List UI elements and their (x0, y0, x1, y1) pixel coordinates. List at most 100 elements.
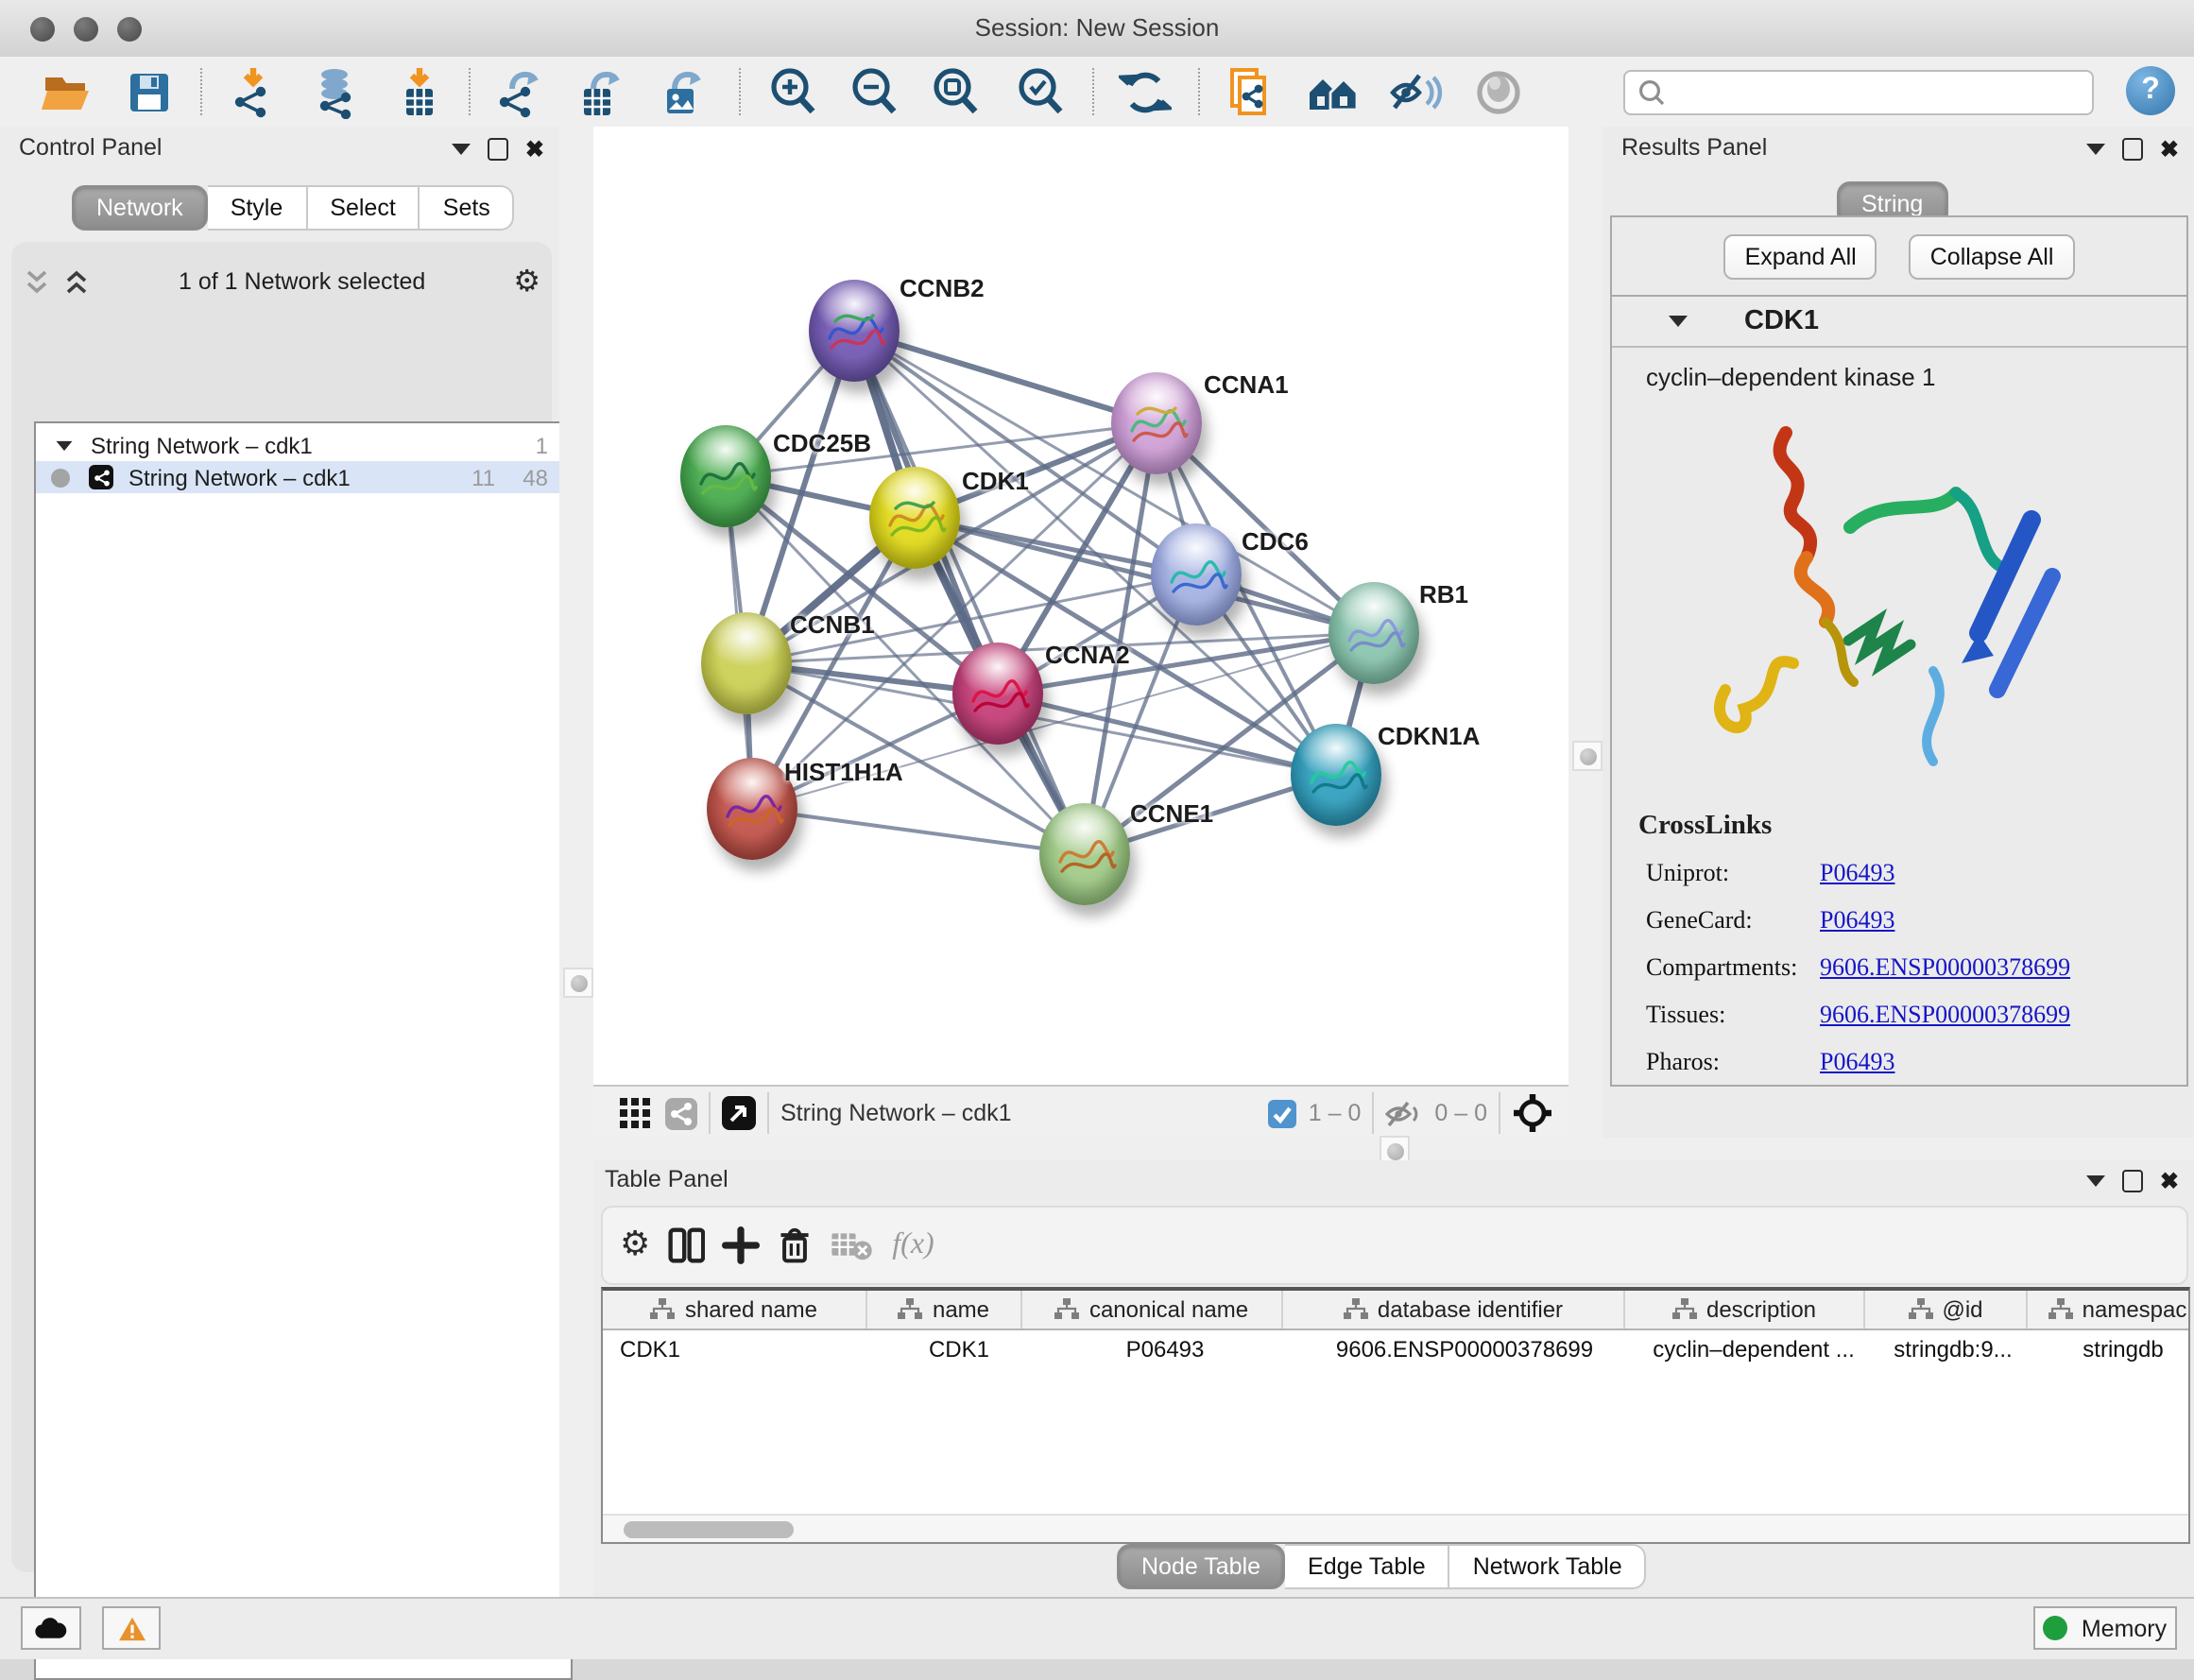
expand-all-networks-icon[interactable] (23, 267, 51, 296)
network-node-ccne1[interactable] (1039, 803, 1130, 905)
table-cell[interactable]: cyclin–dependent ... (1635, 1330, 1873, 1366)
table-panel: Table Panel ✖ ⚙ f(x) shared namenamecano… (593, 1160, 2194, 1597)
table-cell[interactable]: P06493 (1036, 1330, 1294, 1366)
float-panel-icon[interactable] (452, 144, 471, 155)
crosslink-link[interactable]: 9606.ENSP00000378699 (1820, 1000, 2070, 1030)
column-header-7[interactable]: namespac (2028, 1291, 2190, 1329)
detach-view-icon[interactable] (722, 1096, 756, 1130)
column-header-5[interactable]: description (1625, 1291, 1865, 1329)
create-column-plus-icon[interactable] (722, 1226, 760, 1264)
refresh-icon[interactable] (1117, 64, 1174, 121)
table-settings-gear-icon[interactable]: ⚙ (620, 1228, 650, 1262)
maximize-panel-icon[interactable] (2122, 138, 2143, 161)
tab-node-table[interactable]: Node Table (1117, 1544, 1285, 1589)
column-type-icon (1344, 1298, 1368, 1321)
cloud-status-button[interactable] (21, 1606, 81, 1650)
fit-content-crosshair-icon[interactable] (1512, 1092, 1553, 1134)
column-header-6[interactable]: @id (1865, 1291, 2028, 1329)
zoom-out-icon[interactable] (847, 64, 903, 121)
network-node-cdc6[interactable] (1151, 523, 1242, 626)
tab-select[interactable]: Select (307, 185, 420, 231)
collapse-section-icon[interactable] (1669, 316, 1688, 327)
network-collection-row[interactable]: String Network – cdk1 1 (36, 429, 571, 461)
collection-expander-icon[interactable] (57, 440, 73, 450)
float-panel-icon[interactable] (2086, 144, 2105, 155)
column-header-3[interactable]: canonical name (1022, 1291, 1283, 1329)
expand-all-button[interactable]: Expand All (1724, 233, 1877, 279)
network-edge[interactable] (752, 809, 1085, 854)
maximize-panel-icon[interactable] (2122, 1170, 2143, 1192)
crosslink-link[interactable]: P06493 (1820, 1047, 1894, 1077)
float-panel-icon[interactable] (2086, 1175, 2105, 1187)
search-input[interactable] (1669, 79, 2092, 106)
network-node-cdk1[interactable] (869, 467, 960, 569)
table-cell[interactable]: CDK1 (603, 1330, 883, 1366)
search-field[interactable] (1623, 70, 2094, 115)
warning-status-button[interactable] (102, 1606, 161, 1650)
hide-show-icon[interactable] (1387, 64, 1444, 121)
node-label: CDC6 (1242, 527, 1309, 556)
import-network-database-icon[interactable] (308, 64, 365, 121)
tab-network[interactable]: Network (72, 185, 208, 231)
zoom-in-icon[interactable] (765, 64, 822, 121)
close-panel-icon[interactable]: ✖ (525, 138, 544, 161)
protein-header[interactable]: CDK1 (1612, 297, 2186, 348)
network-canvas[interactable]: CCNB2CCNA1CDC25BCDK1CDC6RB1CCNB1CCNA2CDK… (593, 127, 1568, 1085)
network-node-ccnb1[interactable] (701, 612, 792, 714)
control-panel-splitter[interactable] (559, 127, 593, 1597)
crosslink-link[interactable]: P06493 (1820, 905, 1894, 935)
network-overview-icon[interactable] (665, 1097, 697, 1129)
network-edge[interactable] (854, 331, 1157, 423)
network-node-rb1[interactable] (1328, 582, 1419, 684)
show-columns-icon[interactable] (667, 1226, 705, 1264)
export-image-icon[interactable] (654, 64, 711, 121)
zoom-selected-icon[interactable] (1013, 64, 1070, 121)
export-table-icon[interactable] (573, 64, 629, 121)
table-row[interactable]: CDK1CDK1P064939606.ENSP00000378699cyclin… (603, 1330, 2188, 1366)
tab-style[interactable]: Style (208, 185, 308, 231)
table-cell[interactable]: CDK1 (883, 1330, 1036, 1366)
collapse-all-button[interactable]: Collapse All (1910, 233, 2075, 279)
tab-sets[interactable]: Sets (420, 185, 515, 231)
network-node-ccna2[interactable] (952, 643, 1043, 745)
network-options-gear-icon[interactable]: ⚙ (513, 266, 540, 297)
zoom-fit-icon[interactable] (928, 64, 985, 121)
table-panel-splitter[interactable] (593, 1138, 2194, 1160)
network-node-cdkn1a[interactable] (1291, 724, 1381, 826)
column-header-2[interactable]: name (867, 1291, 1022, 1329)
table-horizontal-scrollbar[interactable] (603, 1514, 2188, 1542)
crosslink-link[interactable]: 9606.ENSP00000378699 (1820, 952, 2070, 983)
memory-button[interactable]: Memory (2033, 1606, 2177, 1650)
selected-nodes-checkbox-icon[interactable] (1269, 1099, 1297, 1127)
delete-column-trash-icon[interactable] (777, 1226, 813, 1264)
maximize-panel-icon[interactable] (488, 138, 508, 161)
import-table-file-icon[interactable] (391, 64, 448, 121)
save-session-icon[interactable] (121, 64, 178, 121)
crosslink-link[interactable]: P06493 (1820, 858, 1894, 888)
grid-view-icon[interactable] (620, 1098, 650, 1128)
table-cell[interactable]: stringdb (2033, 1330, 2190, 1366)
network-edge[interactable] (998, 694, 1336, 775)
table-cell[interactable]: stringdb:9... (1873, 1330, 2033, 1366)
tab-edge-table[interactable]: Edge Table (1285, 1544, 1450, 1589)
network-node-cdc25b[interactable] (680, 425, 771, 527)
tab-network-table[interactable]: Network Table (1450, 1544, 1647, 1589)
export-network-icon[interactable] (491, 64, 548, 121)
cloud-icon (34, 1616, 68, 1640)
column-header-1[interactable]: shared name (603, 1291, 867, 1329)
close-panel-icon[interactable]: ✖ (2160, 1170, 2179, 1192)
network-row-selected[interactable]: String Network – cdk1 11 48 (36, 461, 571, 493)
share-document-icon[interactable] (1221, 64, 1277, 121)
close-panel-icon[interactable]: ✖ (2160, 138, 2179, 161)
help-button[interactable]: ? (2126, 66, 2175, 115)
scrollbar-thumb[interactable] (624, 1521, 794, 1538)
results-panel-splitter[interactable] (1568, 127, 1603, 1138)
column-header-4[interactable]: database identifier (1283, 1291, 1625, 1329)
collapse-all-networks-icon[interactable] (62, 267, 91, 296)
table-cell[interactable]: 9606.ENSP00000378699 (1294, 1330, 1635, 1366)
string-home-icon[interactable] (1306, 64, 1363, 121)
import-network-file-icon[interactable] (227, 64, 283, 121)
network-node-ccna1[interactable] (1111, 372, 1202, 474)
open-session-icon[interactable] (38, 64, 94, 121)
network-node-ccnb2[interactable] (809, 280, 900, 382)
